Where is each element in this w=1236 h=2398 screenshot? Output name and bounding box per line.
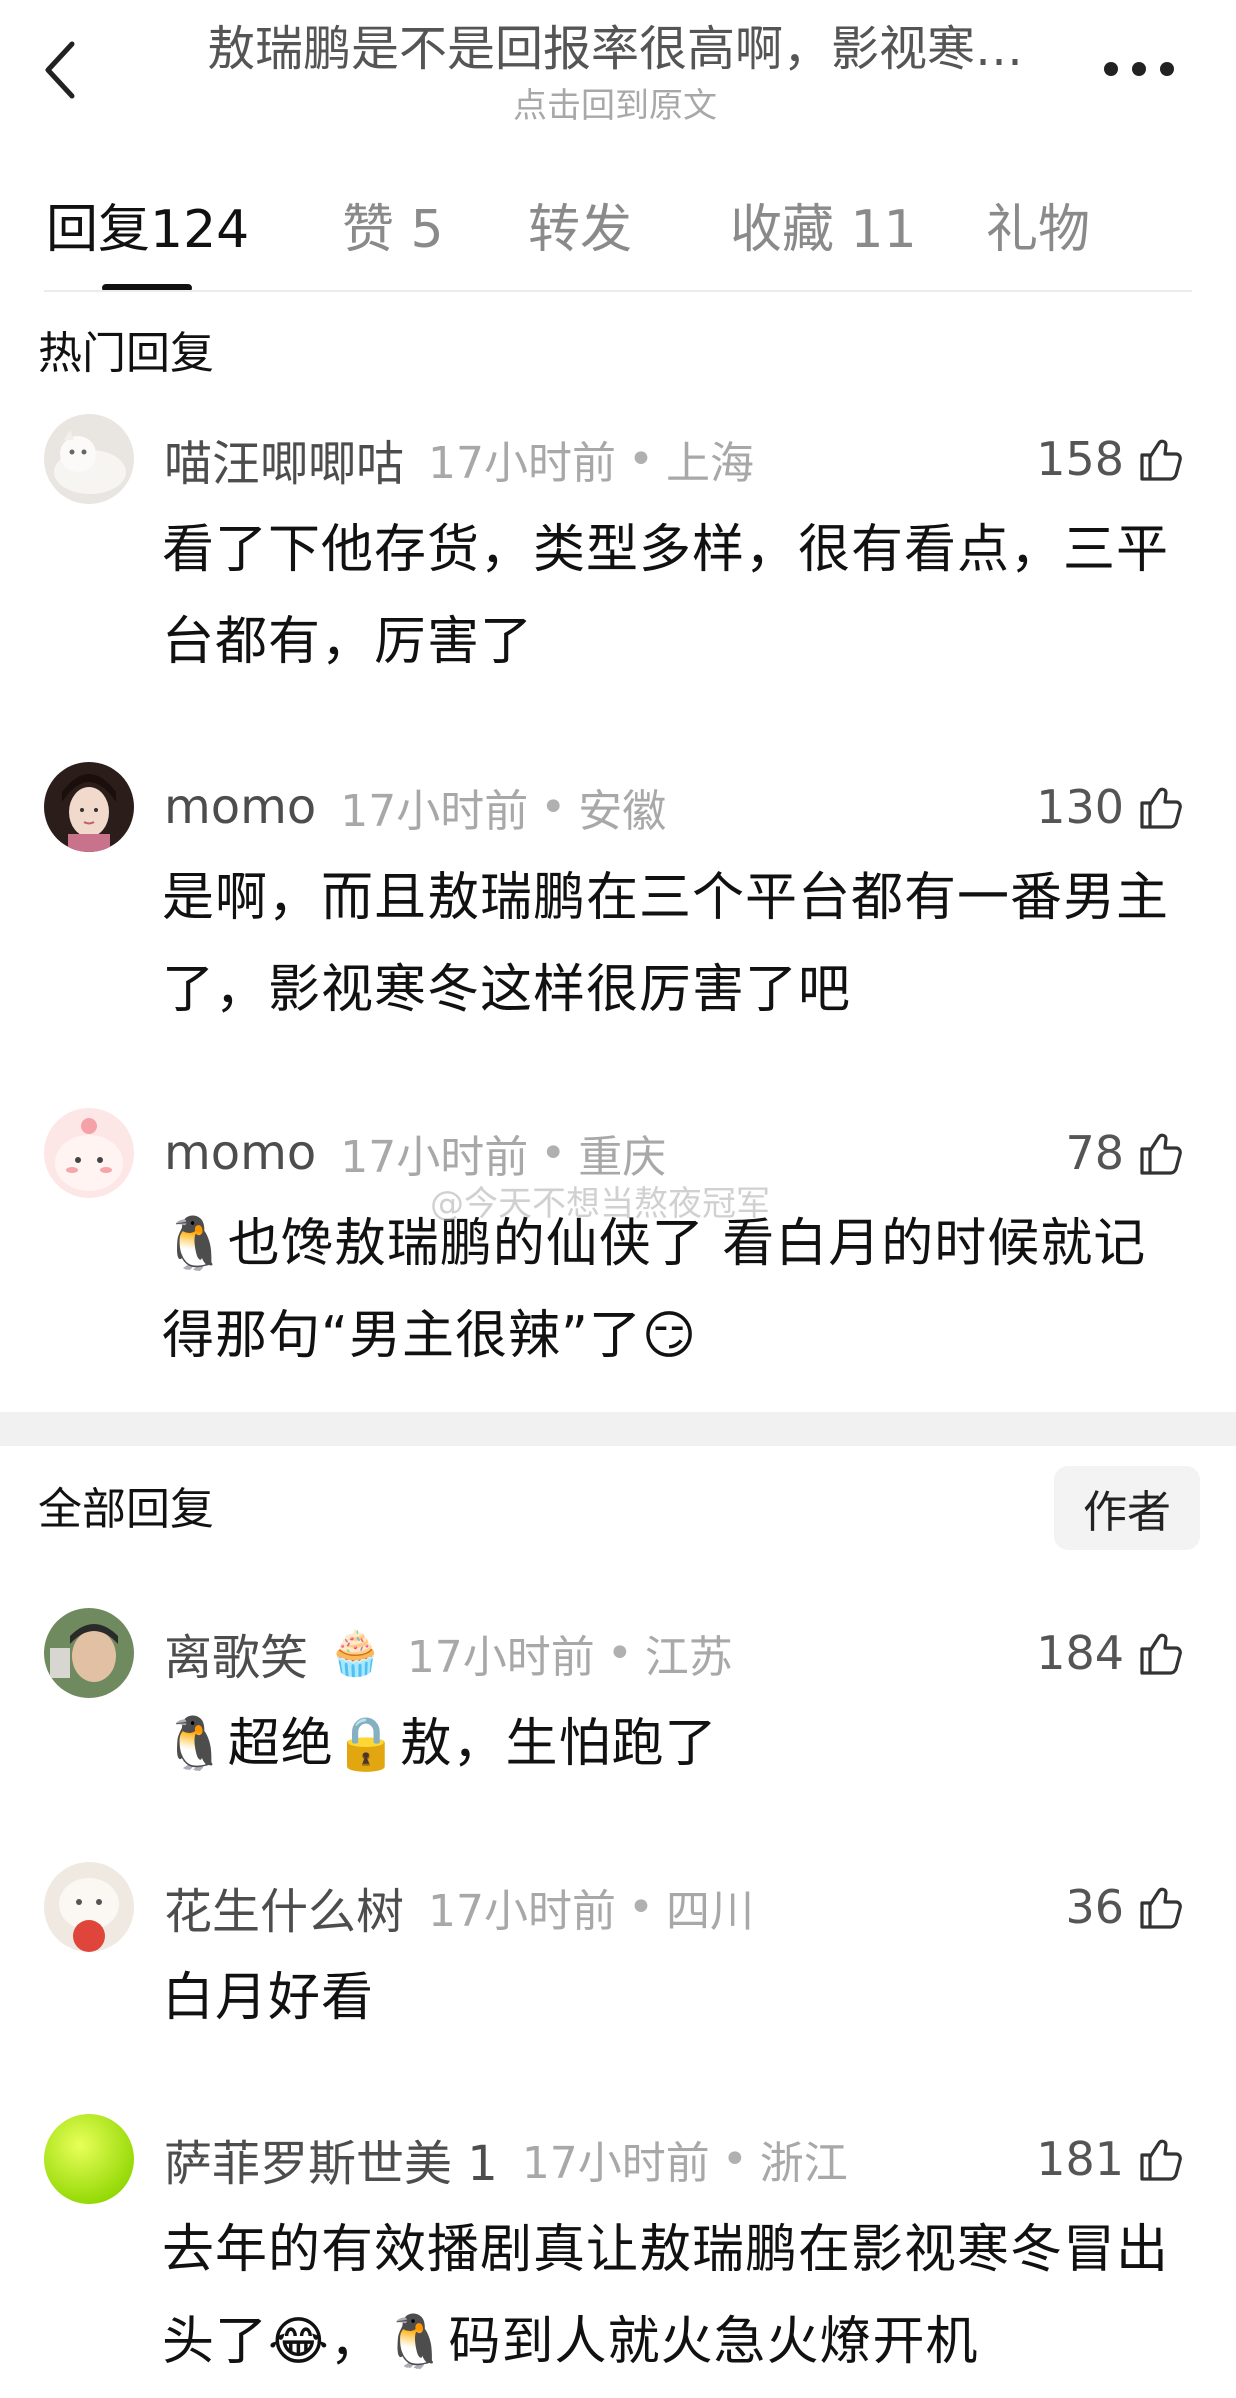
- tab-label: 礼物: [986, 200, 1091, 260]
- like-count: 181: [1036, 2132, 1124, 2186]
- thumbs-up-icon: [1134, 1627, 1186, 1679]
- username[interactable]: 离歌笑: [164, 1618, 308, 1688]
- comment-text: 看了下他存货，类型多样，很有看点，三平台都有，厉害了: [162, 520, 1170, 672]
- comment-text: 是啊，而且敖瑞鹏在三个平台都有一番男主了，影视寒冬这样很厉害了吧: [162, 868, 1170, 1020]
- username[interactable]: 喵汪唧唧咕: [164, 424, 404, 494]
- author-filter-button[interactable]: 作者: [1054, 1466, 1200, 1550]
- tab-label: 回复: [46, 200, 151, 260]
- comment-text: 去年的有效播剧真让敖瑞鹏在影视寒冬冒出头了😂，🐧码到人就火急火燎开机: [162, 2220, 1170, 2372]
- back-to-original-hint: 点击回到原文: [513, 86, 717, 126]
- username[interactable]: momo: [164, 779, 316, 835]
- comment-meta: 花生什么树 17小时前 • 四川: [164, 1862, 754, 1952]
- original-post-link[interactable]: 敖瑞鹏是不是回报率很高啊，影视寒… 点击回到原文: [140, 14, 1090, 128]
- like-button[interactable]: 78: [1065, 1108, 1186, 1198]
- tab-gifts[interactable]: 礼物: [986, 180, 1090, 280]
- comment-text: 🐧超绝🔒敖，生怕跑了: [162, 1714, 718, 1774]
- timestamp: 17小时前: [340, 786, 529, 837]
- back-button[interactable]: [36, 38, 84, 102]
- tab-label: 收藏: [730, 200, 835, 260]
- location: 浙江: [759, 2138, 848, 2189]
- location: 安徽: [578, 786, 667, 837]
- hot-replies-heading: 热门回复: [38, 328, 214, 379]
- avatar[interactable]: [44, 1862, 134, 1952]
- tab-bar: 回复124 赞 5 转发 收藏 11 礼物: [0, 180, 1236, 292]
- avatar[interactable]: [44, 1608, 134, 1698]
- comment-text: 🐧也馋敖瑞鹏的仙侠了 看白月的时候就记得那句“男主很辣”了😏: [162, 1214, 1147, 1366]
- all-replies-heading: 全部回复: [38, 1484, 214, 1535]
- like-count: 158: [1036, 432, 1124, 486]
- chevron-left-icon: [45, 41, 75, 99]
- comment-meta: 萨菲罗斯世美 1 17小时前 • 浙江: [164, 2114, 848, 2204]
- tab-count: 5: [410, 200, 444, 260]
- location: 江苏: [644, 1632, 733, 1683]
- username[interactable]: 萨菲罗斯世美 1: [164, 2124, 498, 2194]
- like-button[interactable]: 158: [1036, 414, 1186, 504]
- thumbs-up-icon: [1134, 433, 1186, 485]
- username[interactable]: momo: [164, 1125, 316, 1181]
- comment-meta: 离歌笑 🧁 17小时前 • 江苏: [164, 1608, 733, 1698]
- more-dots-icon: [1104, 62, 1118, 76]
- tab-count: 11: [850, 200, 917, 260]
- section-separator: [0, 1412, 1236, 1446]
- username[interactable]: 花生什么树: [164, 1872, 404, 1942]
- thumbs-up-icon: [1134, 1127, 1186, 1179]
- avatar[interactable]: [44, 1108, 134, 1198]
- more-dots-icon: [1160, 62, 1174, 76]
- thumbs-up-icon: [1134, 2133, 1186, 2185]
- comment-text: 白月好看: [162, 1968, 375, 2028]
- timestamp: 17小时前: [428, 1886, 617, 1937]
- location: 上海: [665, 438, 754, 489]
- comment-meta: 喵汪唧唧咕 17小时前 • 上海: [164, 414, 754, 504]
- avatar[interactable]: [44, 2114, 134, 2204]
- like-button[interactable]: 36: [1065, 1862, 1186, 1952]
- like-button[interactable]: 184: [1036, 1608, 1186, 1698]
- cupcake-badge-icon: 🧁: [328, 1628, 383, 1679]
- separator-dot: •: [628, 1881, 654, 1933]
- post-title: 敖瑞鹏是不是回报率很高啊，影视寒…: [206, 21, 1023, 77]
- thumbs-up-icon: [1134, 1881, 1186, 1933]
- like-button[interactable]: 130: [1036, 762, 1186, 852]
- tab-replies[interactable]: 回复124: [46, 180, 249, 280]
- tab-favorites[interactable]: 收藏 11: [730, 180, 917, 280]
- more-button[interactable]: [1104, 54, 1174, 84]
- separator-dot: •: [606, 1627, 633, 1679]
- separator-dot: •: [721, 2133, 748, 2185]
- comment-meta: momo 17小时前 • 安徽: [164, 762, 666, 852]
- tab-count: 124: [150, 200, 250, 260]
- separator-dot: •: [540, 781, 567, 833]
- like-count: 78: [1065, 1126, 1124, 1180]
- like-count: 184: [1036, 1626, 1124, 1680]
- more-dots-icon: [1132, 62, 1146, 76]
- tab-likes[interactable]: 赞 5: [342, 180, 444, 280]
- like-button[interactable]: 181: [1036, 2114, 1186, 2204]
- tab-label: 赞: [342, 200, 395, 260]
- timestamp: 17小时前: [428, 438, 617, 489]
- like-count: 36: [1065, 1880, 1124, 1934]
- avatar[interactable]: [44, 762, 134, 852]
- tab-label: 转发: [528, 200, 633, 260]
- avatar[interactable]: [44, 414, 134, 504]
- divider: [44, 290, 1192, 292]
- timestamp: 17小时前: [406, 1632, 595, 1683]
- watermark: @今天不想当熬夜冠军: [430, 1184, 770, 1224]
- location: 四川: [665, 1886, 754, 1937]
- separator-dot: •: [540, 1127, 567, 1179]
- thumbs-up-icon: [1134, 781, 1186, 833]
- tab-reposts[interactable]: 转发: [528, 180, 632, 280]
- separator-dot: •: [628, 433, 654, 485]
- timestamp: 17小时前: [521, 2138, 710, 2189]
- top-bar: 敖瑞鹏是不是回报率很高啊，影视寒… 点击回到原文: [0, 0, 1236, 150]
- like-count: 130: [1036, 780, 1124, 834]
